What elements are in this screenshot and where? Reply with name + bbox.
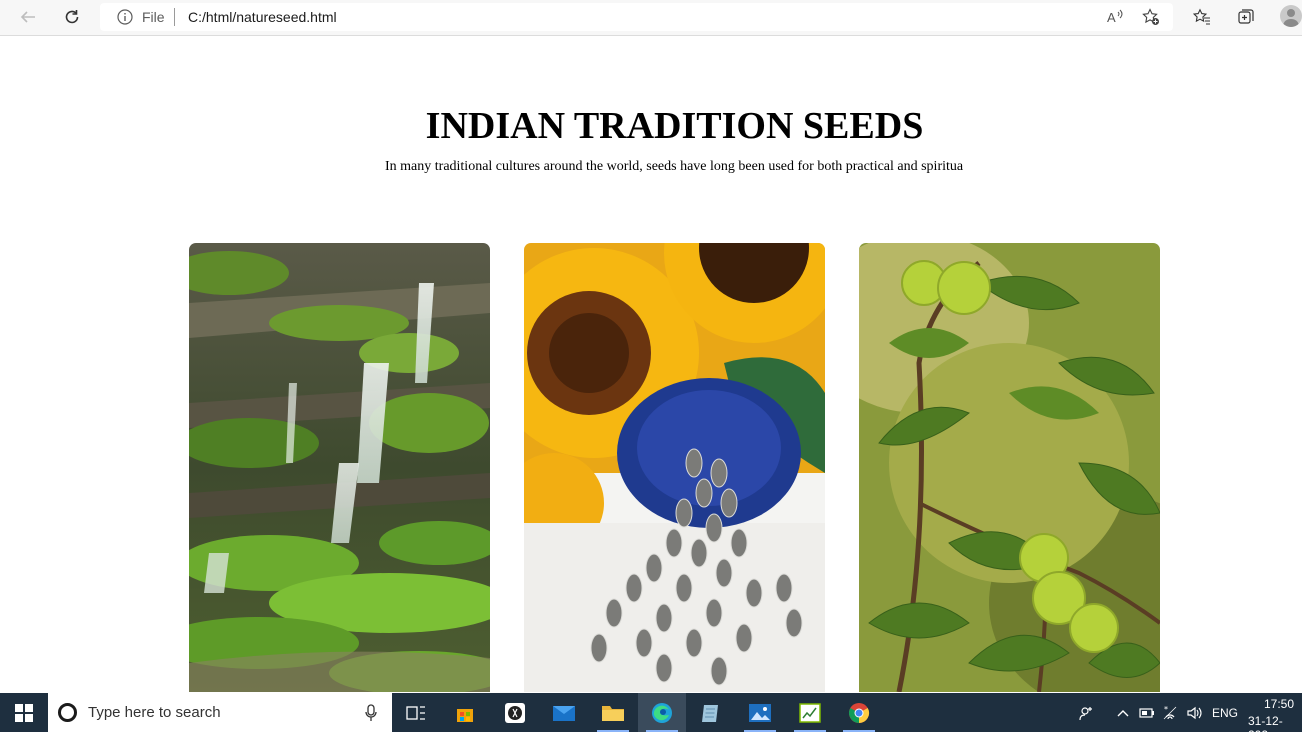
favorites-button[interactable] — [1188, 4, 1216, 30]
file-label: File — [142, 9, 165, 25]
refresh-icon — [65, 10, 79, 24]
taskbar-edge[interactable] — [638, 693, 686, 732]
clock-time[interactable]: 17:50 — [1264, 697, 1294, 711]
chrome-icon — [849, 702, 870, 723]
cortana-icon — [58, 703, 77, 722]
taskbar-app-chart[interactable] — [786, 693, 834, 732]
taskbar-mail[interactable] — [540, 693, 588, 732]
task-view-icon — [406, 705, 425, 720]
address-bar[interactable]: File C:/html/natureseed.html A — [100, 3, 1173, 31]
collections-icon — [1238, 9, 1254, 24]
favorites-icon — [1193, 8, 1210, 25]
page-title: INDIAN TRADITION SEEDS — [425, 105, 924, 147]
photos-icon — [749, 703, 771, 722]
card-waterfall — [189, 243, 490, 692]
svg-text:*: * — [1164, 705, 1168, 714]
svg-text:A: A — [1107, 10, 1116, 25]
chestnut-tree-image — [859, 243, 1160, 692]
taskbar-store[interactable] — [441, 693, 489, 732]
refresh-button[interactable] — [58, 4, 86, 30]
taskbar-chrome[interactable] — [835, 693, 883, 732]
start-button[interactable] — [0, 693, 48, 732]
address-divider — [174, 8, 175, 26]
card-chestnut — [859, 243, 1160, 692]
mail-icon — [553, 705, 575, 721]
page-description: In many traditional cultures around the … — [385, 159, 964, 174]
search-placeholder: Type here to search — [88, 704, 221, 721]
back-button[interactable] — [14, 4, 42, 30]
volume-icon[interactable] — [1186, 705, 1202, 721]
read-aloud-icon[interactable]: A — [1106, 8, 1124, 26]
store-icon — [457, 708, 473, 722]
taskbar-file-explorer[interactable] — [589, 693, 637, 732]
language-indicator[interactable]: ENG — [1212, 706, 1238, 720]
clock-date[interactable]: 31-12-202 — [1248, 714, 1302, 732]
collections-button[interactable] — [1232, 4, 1260, 30]
waterfall-moss-image — [189, 243, 490, 692]
folder-icon — [602, 705, 624, 721]
edge-icon — [652, 702, 672, 723]
card-sunflower — [524, 243, 825, 692]
add-favorite-icon[interactable] — [1142, 8, 1160, 26]
task-view-button[interactable] — [392, 693, 440, 732]
taskbar-app-pad[interactable] — [687, 693, 735, 732]
sunflower-seeds-image — [524, 243, 825, 692]
microphone-icon[interactable] — [365, 704, 377, 722]
url-text[interactable]: C:/html/natureseed.html — [188, 9, 337, 25]
windows-logo-icon — [15, 703, 33, 722]
taskbar-app-dark[interactable] — [491, 693, 539, 732]
user-icon — [1283, 9, 1299, 27]
back-arrow-icon — [20, 11, 35, 23]
taskbar-photos[interactable] — [736, 693, 784, 732]
taskbar-search[interactable]: Type here to search — [48, 693, 392, 732]
app-icon — [505, 702, 525, 723]
profile-avatar[interactable] — [1280, 5, 1302, 27]
chevron-up-icon[interactable] — [1115, 705, 1131, 721]
windows-taskbar: Type here to search * ENG 17:50 31-12- — [0, 693, 1302, 732]
info-icon[interactable] — [117, 9, 133, 25]
battery-icon[interactable] — [1139, 705, 1155, 721]
browser-toolbar: File C:/html/natureseed.html A — [0, 0, 1302, 36]
spreadsheet-icon — [799, 702, 821, 723]
wifi-icon[interactable]: * — [1162, 705, 1178, 721]
notepad-icon — [702, 704, 718, 722]
people-icon[interactable] — [1079, 705, 1095, 721]
